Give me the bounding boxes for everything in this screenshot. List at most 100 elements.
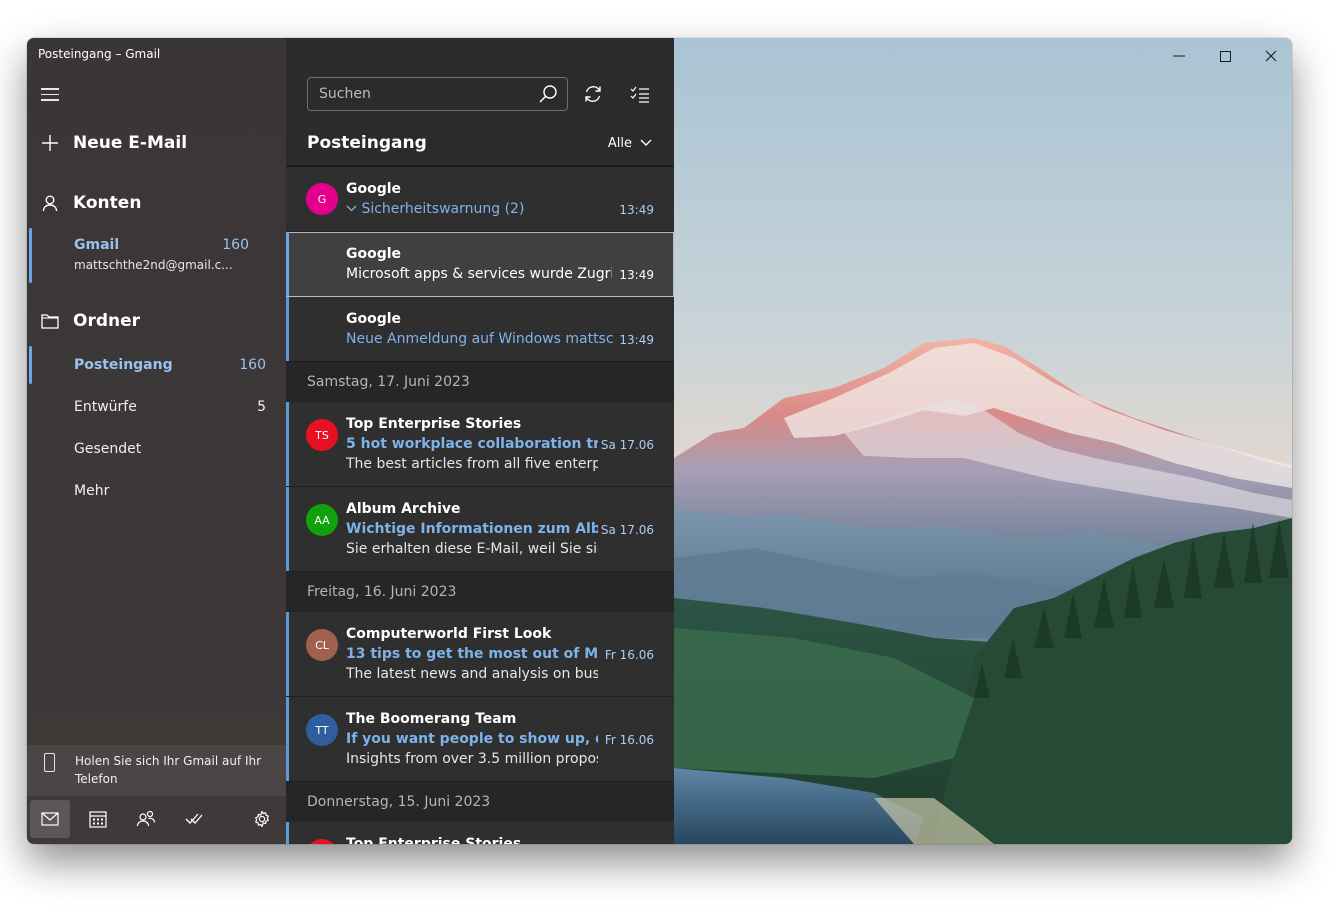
time: 13:49 <box>619 203 654 217</box>
unread-indicator <box>286 232 289 296</box>
unread-indicator <box>286 697 289 781</box>
time: Sa 17.06 <box>600 438 654 452</box>
navigation-pane: Posteingang – Gmail Neue E-Mail Konten G… <box>27 38 286 844</box>
avatar: AA <box>306 504 338 536</box>
reading-pane-background <box>674 38 1292 844</box>
subject: Sicherheitswarnung (2) <box>346 201 546 217</box>
chevron-down-icon <box>640 136 652 151</box>
message-item[interactable]: AA Album Archive Wichtige Informationen … <box>286 487 674 572</box>
conversation-thread[interactable]: G Google Sicherheitswarnung (2) 13:49 <box>286 167 674 232</box>
subject: Wichtige Informationen zum Album Archive <box>346 521 598 537</box>
selection-mode-icon[interactable] <box>628 82 652 106</box>
mail-window: Posteingang – Gmail Neue E-Mail Konten G… <box>27 38 1292 844</box>
subject: Microsoft apps & services wurde Zugriff <box>346 266 612 282</box>
search-input[interactable]: Suchen <box>319 86 371 102</box>
minimize-icon[interactable] <box>1164 46 1194 66</box>
calendar-icon[interactable] <box>78 800 118 838</box>
time: Fr 16.06 <box>604 733 654 747</box>
time: Sa 17.06 <box>600 523 654 537</box>
message-item[interactable]: TS Top Enterprise Stories 5 hot workplac… <box>286 402 674 487</box>
message-list-pane: Suchen Posteingang Alle G Google Sicherh… <box>286 38 674 844</box>
settings-icon[interactable] <box>242 800 282 838</box>
avatar: TS <box>306 419 338 451</box>
get-mobile-app-banner[interactable]: Holen Sie sich Ihr Gmail auf Ihr Telefon <box>27 745 286 796</box>
chevron-down-icon[interactable] <box>346 201 361 217</box>
phone-icon <box>44 753 55 772</box>
search-box[interactable]: Suchen <box>307 77 568 111</box>
date-group-header: Freitag, 16. Juni 2023 <box>286 572 674 612</box>
preview: The best articles from all five enterpri… <box>346 456 598 472</box>
sync-icon[interactable] <box>581 82 605 106</box>
message-item[interactable]: TT The Boomerang Team If you want people… <box>286 697 674 782</box>
accounts-button[interactable]: Konten <box>27 193 286 213</box>
mail-icon[interactable] <box>30 800 70 838</box>
close-icon[interactable] <box>1256 46 1286 66</box>
subject-text: Sicherheitswarnung (2) <box>361 201 525 217</box>
sender: Top Enterprise Stories <box>346 836 522 844</box>
unread-indicator <box>286 822 289 844</box>
sender: Computerworld First Look <box>346 626 552 642</box>
message-item[interactable]: CL Computerworld First Look 13 tips to g… <box>286 612 674 697</box>
subject: 13 tips to get the most out of Microsoft <box>346 646 598 662</box>
subject: 5 hot workplace collaboration trends <box>346 436 598 452</box>
sender: Google <box>346 311 402 327</box>
hamburger-menu-icon[interactable] <box>41 88 59 101</box>
search-icon[interactable] <box>538 84 558 108</box>
sender: The Boomerang Team <box>346 711 517 727</box>
subject: Neue Anmeldung auf Windows mattschthe2nd <box>346 331 614 347</box>
time: 13:49 <box>619 333 654 347</box>
filter-label: Alle <box>607 136 632 151</box>
sender: Google <box>346 181 402 197</box>
plus-icon <box>40 133 60 153</box>
list-title: Posteingang <box>307 133 427 153</box>
window-title: Posteingang – Gmail <box>38 47 161 61</box>
new-mail-button[interactable]: Neue E-Mail <box>27 133 286 153</box>
account-unread-count: 160 <box>222 237 249 253</box>
folder-name: Posteingang <box>74 357 173 373</box>
folders-label: Ordner <box>73 311 141 331</box>
thread-message[interactable]: Google Neue Anmeldung auf Windows mattsc… <box>286 297 674 362</box>
folder-count: 5 <box>257 399 266 415</box>
person-icon <box>40 193 60 213</box>
unread-indicator <box>286 402 289 486</box>
folder-count: 160 <box>239 357 266 373</box>
avatar: TT <box>306 714 338 746</box>
maximize-icon[interactable] <box>1210 46 1240 66</box>
date-group-header: Samstag, 17. Juni 2023 <box>286 362 674 402</box>
avatar: G <box>306 183 338 215</box>
account-email: mattschthe2nd@gmail.c... <box>74 258 233 272</box>
preview: The latest news and analysis on business <box>346 666 598 682</box>
filter-dropdown[interactable]: Alle <box>608 136 652 151</box>
time: Fr 16.06 <box>604 648 654 662</box>
time: 13:49 <box>619 268 654 282</box>
folder-icon <box>40 311 60 331</box>
date-group-header: Donnerstag, 15. Juni 2023 <box>286 782 674 822</box>
message-item[interactable]: TS Top Enterprise Stories <box>286 822 674 844</box>
folders-button[interactable]: Ordner <box>27 311 286 331</box>
account-name: Gmail <box>74 237 120 253</box>
new-mail-label: Neue E-Mail <box>73 133 188 153</box>
preview: Sie erhalten diese E-Mail, weil Sie sich <box>346 541 598 557</box>
account-selection-indicator <box>29 228 32 283</box>
todo-icon[interactable] <box>174 800 214 838</box>
sender: Top Enterprise Stories <box>346 416 522 432</box>
folder-name: Gesendet <box>74 441 142 457</box>
promo-text: Holen Sie sich Ihr Gmail auf Ihr Telefon <box>75 754 262 786</box>
app-switcher-bar <box>27 796 286 844</box>
avatar: TS <box>306 839 338 844</box>
thread-message-selected[interactable]: Google Microsoft apps & services wurde Z… <box>286 232 674 297</box>
folder-name: Mehr <box>74 483 110 499</box>
preview: Insights from over 3.5 million proposed <box>346 751 598 767</box>
avatar: CL <box>306 629 338 661</box>
subject: If you want people to show up, data says <box>346 731 598 747</box>
folder-selection-indicator <box>29 346 32 384</box>
unread-indicator <box>286 612 289 696</box>
folder-name: Entwürfe <box>74 399 137 415</box>
sender: Album Archive <box>346 501 461 517</box>
people-icon[interactable] <box>126 800 166 838</box>
mountain-landscape-image <box>674 38 1292 844</box>
unread-indicator <box>286 487 289 571</box>
unread-indicator <box>286 297 289 361</box>
accounts-label: Konten <box>73 193 142 213</box>
sender: Google <box>346 246 402 262</box>
